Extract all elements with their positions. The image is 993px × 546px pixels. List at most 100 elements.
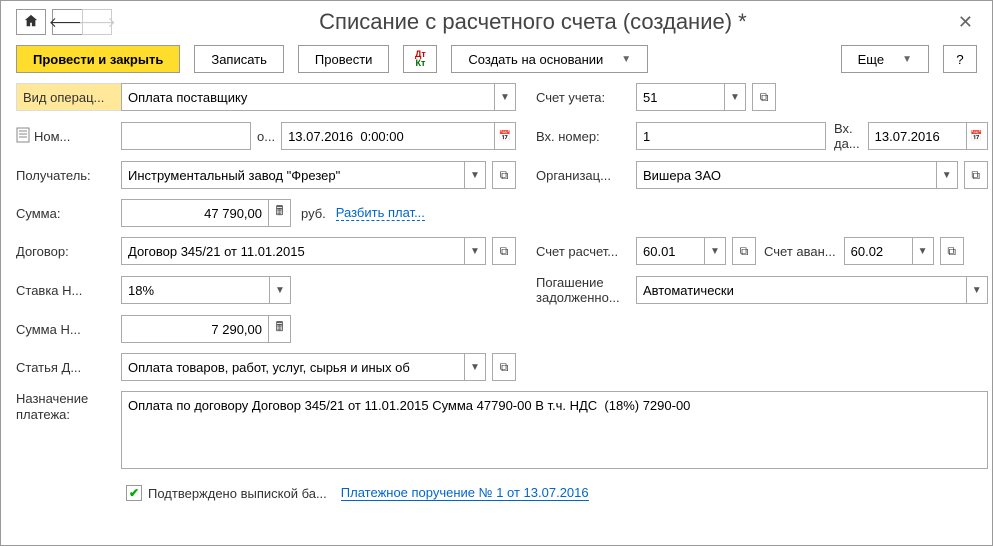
open-button[interactable]: ⧉: [492, 353, 516, 381]
vat-amount-label: Сумма Н...: [16, 322, 121, 337]
open-button[interactable]: ⧉: [732, 237, 756, 265]
debt-repayment-field: ▼: [636, 276, 988, 304]
calendar-button[interactable]: 📅: [966, 122, 988, 150]
footer-row: ✔ Подтверждено выпиской ба... Платежное …: [126, 485, 977, 501]
close-button[interactable]: ✕: [954, 12, 977, 33]
operation-type-input[interactable]: [121, 83, 494, 111]
settlement-account-input[interactable]: [636, 237, 704, 265]
contract-field: ▼: [121, 237, 486, 265]
open-button[interactable]: ⧉: [492, 237, 516, 265]
in-number-input[interactable]: [636, 122, 826, 150]
document-window: 🡐 🡒 Списание с расчетного счета (создани…: [0, 0, 993, 546]
dropdown-button[interactable]: ▼: [704, 237, 726, 265]
date-field: 📅: [281, 122, 516, 150]
window-title: Списание с расчетного счета (создание) *: [112, 9, 954, 35]
open-button[interactable]: ⧉: [940, 237, 964, 265]
home-button[interactable]: [16, 9, 46, 35]
more-button[interactable]: Еще ▼: [841, 45, 929, 73]
confirmed-checkbox[interactable]: ✔: [126, 485, 142, 501]
operation-type-label: Вид операц...: [16, 83, 121, 111]
advance-account-input[interactable]: [844, 237, 912, 265]
save-button[interactable]: Записать: [194, 45, 284, 73]
in-number-label: Вх. номер:: [536, 129, 636, 144]
account-label: Счет учета:: [536, 90, 636, 105]
vat-rate-input[interactable]: [121, 276, 269, 304]
settlement-account-field: ▼: [636, 237, 726, 265]
advance-account-field: ▼: [844, 237, 934, 265]
confirmed-label: Подтверждено выпиской ба...: [148, 486, 327, 501]
calculator-icon: 🖩: [276, 202, 284, 224]
calendar-icon: 📅: [970, 131, 982, 142]
currency-label: руб.: [301, 206, 326, 221]
date-input[interactable]: [281, 122, 494, 150]
calculator-button[interactable]: 🖩: [269, 315, 291, 343]
operation-type-field: ▼: [121, 83, 516, 111]
organization-field: ▼: [636, 161, 958, 189]
split-payment-link[interactable]: Разбить плат...: [336, 205, 425, 221]
dtkt-icon: ДтКт: [415, 50, 426, 68]
account-input[interactable]: [636, 83, 724, 111]
open-button[interactable]: ⧉: [492, 161, 516, 189]
settlement-account-label: Счет расчет...: [536, 244, 636, 259]
debt-repayment-label: Погашение задолженно...: [536, 275, 636, 305]
dds-item-input[interactable]: [121, 353, 464, 381]
post-button[interactable]: Провести: [298, 45, 390, 73]
forward-button: 🡒: [82, 9, 112, 35]
dropdown-button[interactable]: ▼: [464, 161, 486, 189]
organization-input[interactable]: [636, 161, 936, 189]
in-date-field: 📅: [868, 122, 988, 150]
payment-order-link[interactable]: Платежное поручение № 1 от 13.07.2016: [341, 485, 589, 501]
amount-input[interactable]: [121, 199, 269, 227]
create-based-on-button[interactable]: Создать на основании ▼: [451, 45, 648, 73]
contract-label: Договор:: [16, 244, 121, 259]
recipient-input[interactable]: [121, 161, 464, 189]
dropdown-button[interactable]: ▼: [269, 276, 291, 304]
open-icon: ⧉: [500, 168, 509, 183]
purpose-label: Назначение платежа:: [16, 391, 121, 423]
dds-item-label: Статья Д...: [16, 360, 121, 375]
number-input[interactable]: [121, 122, 251, 150]
advance-account-label: Счет аван...: [764, 244, 836, 259]
vat-amount-input[interactable]: [121, 315, 269, 343]
dtkt-button[interactable]: ДтКт: [403, 45, 437, 73]
dds-item-field: ▼: [121, 353, 486, 381]
dropdown-button[interactable]: ▼: [912, 237, 934, 265]
dropdown-button[interactable]: ▼: [464, 237, 486, 265]
calculator-icon: 🖩: [276, 318, 284, 340]
open-icon: ⧉: [971, 168, 980, 183]
document-icon: [16, 127, 34, 146]
amount-label: Сумма:: [16, 206, 121, 221]
vat-rate-label: Ставка Н...: [16, 283, 121, 298]
close-icon: ✕: [958, 12, 973, 32]
vat-rate-field: ▼: [121, 276, 291, 304]
help-button[interactable]: ?: [943, 45, 977, 73]
open-button[interactable]: ⧉: [752, 83, 776, 111]
in-date-input[interactable]: [868, 122, 966, 150]
post-and-close-button[interactable]: Провести и закрыть: [16, 45, 180, 73]
debt-repayment-input[interactable]: [636, 276, 966, 304]
dropdown-button[interactable]: ▼: [464, 353, 486, 381]
open-button[interactable]: ⧉: [964, 161, 988, 189]
contract-input[interactable]: [121, 237, 464, 265]
dropdown-button[interactable]: ▼: [966, 276, 988, 304]
create-based-on-label: Создать на основании: [468, 52, 603, 67]
more-label: Еще: [858, 52, 884, 67]
dropdown-button[interactable]: ▼: [494, 83, 516, 111]
titlebar: 🡐 🡒 Списание с расчетного счета (создани…: [16, 9, 977, 35]
in-date-label: Вх. да...: [834, 121, 860, 151]
open-icon: ⧉: [947, 244, 956, 259]
home-icon: [24, 14, 38, 31]
open-icon: ⧉: [760, 90, 769, 105]
calendar-button[interactable]: 📅: [494, 122, 516, 150]
calculator-button[interactable]: 🖩: [269, 199, 291, 227]
from-label: о...: [257, 129, 275, 144]
recipient-field: ▼: [121, 161, 486, 189]
number-label: Ном...: [34, 129, 121, 144]
dropdown-button[interactable]: ▼: [936, 161, 958, 189]
open-icon: ⧉: [740, 244, 749, 259]
organization-label: Организац...: [536, 168, 636, 183]
arrow-right-icon: 🡒: [78, 14, 116, 31]
purpose-textarea[interactable]: [121, 391, 988, 469]
dropdown-button[interactable]: ▼: [724, 83, 746, 111]
chevron-down-icon: ▼: [902, 54, 912, 65]
